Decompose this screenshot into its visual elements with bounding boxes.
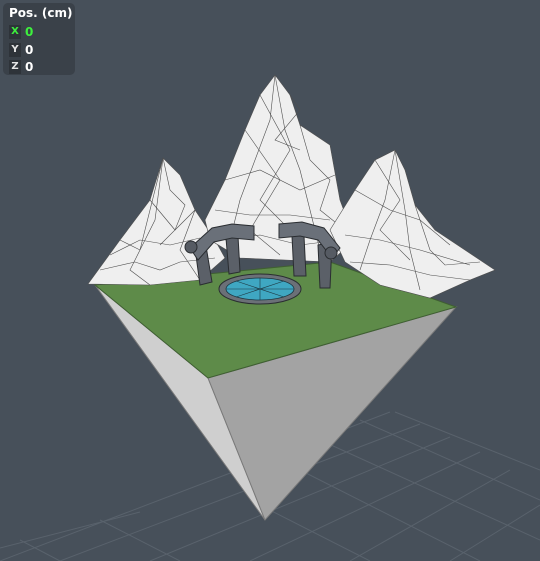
axis-y-value[interactable]: 0 [25,43,33,57]
axis-x-value[interactable]: 0 [25,25,33,39]
viewport-scene[interactable] [0,0,540,561]
position-panel-title: Pos. (cm) [9,6,73,20]
position-y-row[interactable]: Y 0 [9,43,71,57]
axis-x-label: X [9,25,21,39]
axis-z-value[interactable]: 0 [25,60,33,74]
water-pool[interactable] [218,273,302,305]
position-panel: Pos. (cm) X 0 Y 0 Z 0 [3,3,75,75]
3d-viewport[interactable]: Pos. (cm) X 0 Y 0 Z 0 [0,0,540,561]
position-x-row[interactable]: X 0 [9,25,71,39]
axis-z-label: Z [9,60,21,74]
position-z-row[interactable]: Z 0 [9,60,71,74]
mountains[interactable] [87,74,496,299]
axis-y-label: Y [9,43,21,57]
